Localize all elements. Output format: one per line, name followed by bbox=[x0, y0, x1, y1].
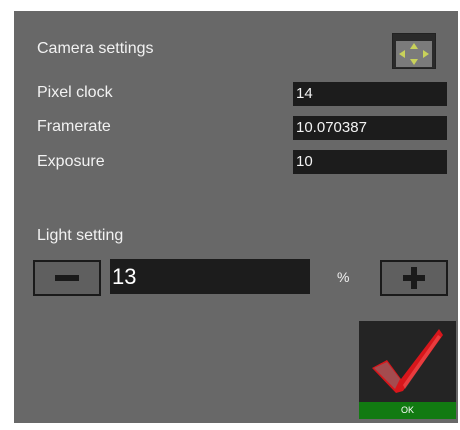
light-setting-title: Light setting bbox=[37, 227, 124, 244]
exposure-label: Exposure bbox=[37, 153, 105, 170]
framerate-label: Framerate bbox=[37, 118, 111, 135]
light-decrement-button[interactable] bbox=[33, 260, 101, 296]
ok-button[interactable]: OK bbox=[359, 321, 456, 419]
pixel-clock-label: Pixel clock bbox=[37, 84, 113, 101]
camera-adjust-button[interactable] bbox=[392, 33, 436, 69]
ok-button-label: OK bbox=[359, 402, 456, 419]
camera-settings-title: Camera settings bbox=[37, 40, 154, 57]
light-unit-label: % bbox=[337, 269, 350, 285]
plus-icon bbox=[403, 267, 425, 289]
light-value-input[interactable]: 13 bbox=[110, 259, 310, 294]
exposure-input[interactable]: 10 bbox=[293, 150, 447, 174]
framerate-input[interactable]: 10.070387 bbox=[293, 116, 447, 140]
minus-icon bbox=[55, 275, 79, 281]
settings-panel: Camera settings Pixel clock 14 Framerate… bbox=[14, 11, 458, 423]
checkmark-icon bbox=[372, 329, 443, 393]
light-increment-button[interactable] bbox=[380, 260, 448, 296]
pixel-clock-input[interactable]: 14 bbox=[293, 82, 447, 106]
move-arrows-icon bbox=[396, 41, 432, 67]
